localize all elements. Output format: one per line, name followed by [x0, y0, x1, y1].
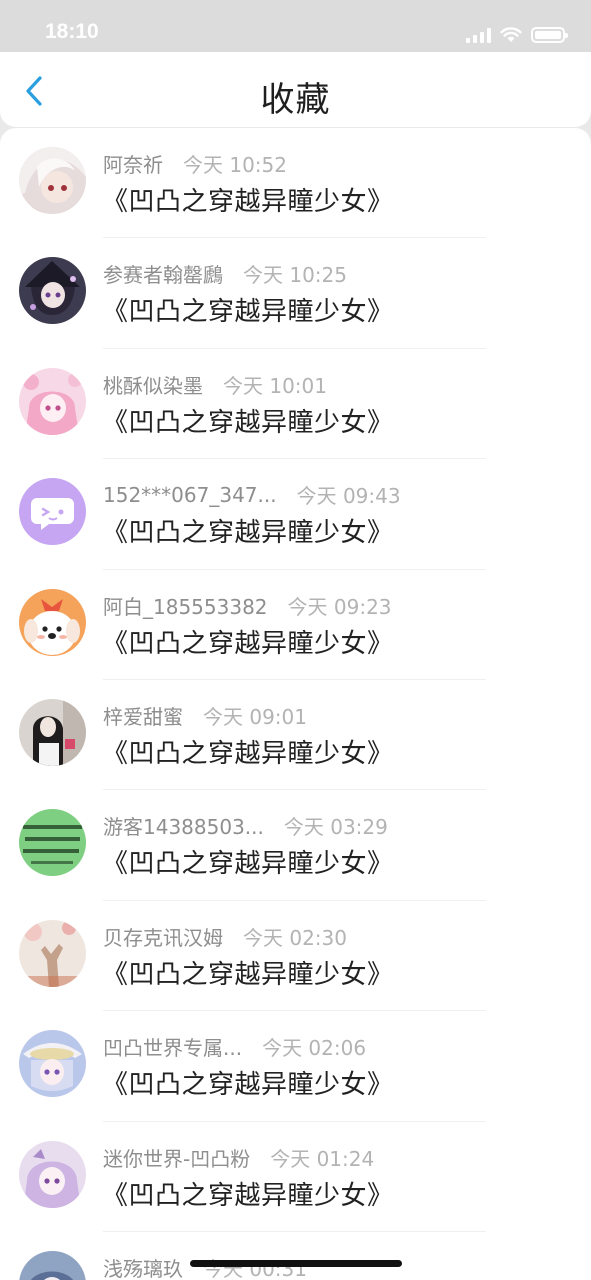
post-time: 今天 10:25 [243, 263, 347, 288]
meta-line: 凹凸世界专属... 今天 02:06 [103, 1032, 571, 1061]
home-indicator[interactable] [190, 1260, 402, 1267]
user-name[interactable]: 阿白_185553382 [103, 591, 268, 620]
screen: 18:10 收藏 阿奈祈 今天 10:52 《凹凸之穿越异瞳少女》 参赛者翰罄鷉 今天 … [0, 0, 591, 1280]
meta-line: 梓爱甜蜜 今天 09:01 [103, 701, 571, 730]
signal-icon [466, 27, 491, 43]
post-time: 今天 09:43 [296, 484, 401, 509]
user-name[interactable]: 贝存克讯汉姆 [103, 922, 223, 951]
user-name[interactable]: 凹凸世界专属... [103, 1032, 242, 1061]
meta-line: 参赛者翰罄鷉 今天 10:25 [103, 259, 571, 288]
meta-line: 游客14388503... 今天 03:29 [103, 811, 571, 840]
user-name[interactable]: 游客14388503... [103, 811, 264, 840]
post-time: 今天 10:01 [223, 373, 327, 398]
item-title[interactable]: 《凹凸之穿越异瞳少女》 [102, 623, 394, 660]
meta-line: 迷你世界-凹凸粉 今天 01:24 [103, 1143, 571, 1172]
list-item[interactable]: 贝存克讯汉姆 今天 02:30 《凹凸之穿越异瞳少女》 [0, 901, 591, 1012]
list-item[interactable]: 阿奈祈 今天 10:52 《凹凸之穿越异瞳少女》 [0, 128, 591, 239]
list-item[interactable]: 游客14388503... 今天 03:29 《凹凸之穿越异瞳少女》 [0, 790, 591, 902]
list-item[interactable]: 迷你世界-凹凸粉 今天 01:24 《凹凸之穿越异瞳少女》 [0, 1122, 591, 1233]
post-time: 今天 10:52 [183, 153, 287, 177]
item-title[interactable]: 《凹凸之穿越异瞳少女》 [102, 733, 394, 770]
user-name[interactable]: 阿奈祈 [103, 149, 163, 178]
post-time: 今天 02:30 [243, 925, 347, 950]
item-title[interactable]: 《凹凸之穿越异瞳少女》 [102, 1064, 394, 1101]
user-name[interactable]: 152***067_347... [103, 483, 277, 507]
nav-bar: 收藏 [0, 52, 591, 127]
item-title[interactable]: 《凹凸之穿越异瞳少女》 [102, 954, 394, 991]
list-item[interactable]: 梓爱甜蜜 今天 09:01 《凹凸之穿越异瞳少女》 [0, 680, 591, 791]
post-time: 今天 02:06 [262, 1036, 367, 1061]
list-item[interactable]: 阿白_185553382 今天 09:23 《凹凸之穿越异瞳少女》 [0, 570, 591, 681]
meta-line: 152***067_347... 今天 09:43 [103, 480, 571, 509]
avatar[interactable] [19, 147, 86, 214]
avatar[interactable] [19, 698, 86, 766]
meta-line: 阿白_185553382 今天 09:23 [103, 591, 571, 620]
favorites-list: 阿奈祈 今天 10:52 《凹凸之穿越异瞳少女》 参赛者翰罄鷉 今天 10:25 《凹凸之… [0, 128, 591, 1280]
avatar[interactable] [19, 1250, 86, 1280]
user-name[interactable]: 迷你世界-凹凸粉 [103, 1143, 250, 1172]
post-time: 今天 03:29 [283, 815, 388, 840]
item-title[interactable]: 《凹凸之穿越异瞳少女》 [102, 843, 394, 880]
item-title[interactable]: 《凹凸之穿越异瞳少女》 [102, 1175, 394, 1212]
post-time: 今天 09:23 [287, 594, 392, 619]
item-title[interactable]: 《凹凸之穿越异瞳少女》 [102, 402, 394, 439]
status-time: 18:10 [45, 20, 99, 43]
post-time: 今天 09:01 [203, 704, 307, 729]
user-name[interactable]: 梓爱甜蜜 [103, 701, 183, 730]
battery-icon [531, 27, 568, 43]
list-item[interactable]: 参赛者翰罄鷉 今天 10:25 《凹凸之穿越异瞳少女》 [0, 238, 591, 350]
page-title: 收藏 [260, 80, 331, 120]
list-item[interactable]: 152***067_347... 今天 09:43 《凹凸之穿越异瞳少女》 [0, 459, 591, 570]
meta-line: 贝存克讯汉姆 今天 02:30 [103, 922, 571, 951]
post-time: 今天 01:24 [270, 1146, 375, 1171]
avatar[interactable] [19, 478, 86, 546]
avatar[interactable] [19, 809, 86, 877]
status-icons [466, 25, 568, 45]
avatar[interactable] [19, 257, 86, 325]
avatar[interactable] [19, 367, 86, 435]
list-item[interactable]: 浅殇璃玖 今天 00:31 [0, 1232, 591, 1280]
list-item[interactable]: 凹凸世界专属... 今天 02:06 《凹凸之穿越异瞳少女》 [0, 1011, 591, 1122]
avatar[interactable] [19, 1030, 86, 1098]
user-name[interactable]: 桃酥似染墨 [103, 370, 203, 399]
avatar[interactable] [19, 1140, 86, 1208]
wifi-icon [500, 27, 522, 42]
status-bar: 18:10 [0, 0, 591, 52]
item-title[interactable]: 《凹凸之穿越异瞳少女》 [102, 512, 394, 549]
meta-line: 阿奈祈 今天 10:52 [103, 149, 571, 178]
user-name[interactable]: 浅殇璃玖 [103, 1253, 183, 1280]
item-title[interactable]: 《凹凸之穿越异瞳少女》 [102, 291, 394, 328]
list-item[interactable]: 桃酥似染墨 今天 10:01 《凹凸之穿越异瞳少女》 [0, 349, 591, 460]
avatar[interactable] [19, 588, 86, 656]
avatar[interactable] [19, 919, 86, 987]
user-name[interactable]: 参赛者翰罄鷉 [103, 259, 223, 288]
meta-line: 桃酥似染墨 今天 10:01 [103, 370, 571, 399]
item-title[interactable]: 《凹凸之穿越异瞳少女》 [102, 181, 394, 218]
